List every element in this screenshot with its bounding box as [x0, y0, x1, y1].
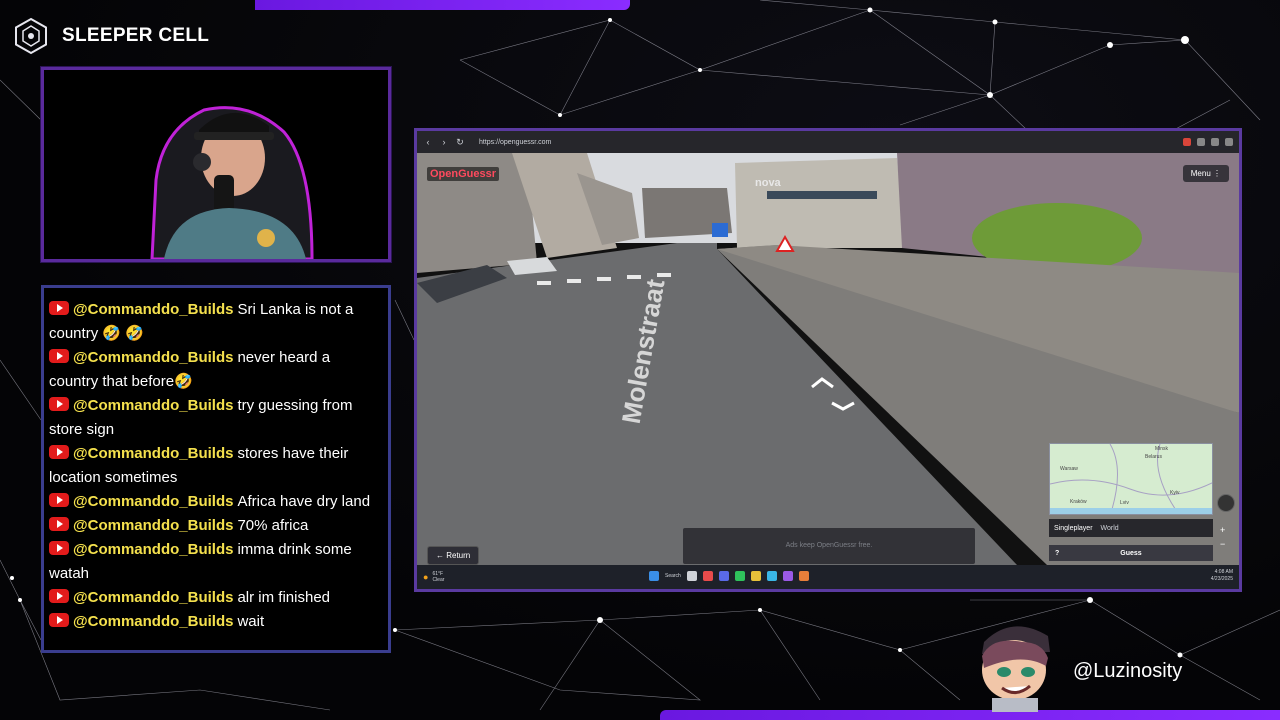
taskbar-apps: Search	[649, 571, 809, 581]
openguessr-logo[interactable]: OpenGuessr	[427, 167, 500, 181]
map-label: Minsk	[1155, 446, 1169, 452]
chat-username: @Commanddo_Builds	[73, 445, 234, 462]
brand-name: SLEEPER CELL	[62, 25, 210, 46]
mode-label: Singleplayer	[1054, 524, 1093, 532]
zoom-controls: + −	[1220, 523, 1225, 551]
zoom-in-button[interactable]: +	[1220, 523, 1225, 537]
streamer-webcam	[44, 70, 388, 259]
chat-username: @Commanddo_Builds	[73, 349, 234, 366]
start-icon[interactable]	[649, 571, 659, 581]
youtube-icon	[49, 349, 69, 363]
map-label: Lviv	[1120, 500, 1129, 506]
webcam-frame	[41, 67, 391, 262]
youtube-icon	[49, 397, 69, 411]
chat-message: @Commanddo_Builds Sri Lanka is not a coun…	[49, 298, 380, 346]
youtube-icon	[49, 301, 69, 315]
world-label[interactable]: World	[1101, 525, 1119, 532]
chat-message: @Commanddo_Builds Africa have dry land	[49, 490, 380, 514]
compass-icon[interactable]	[1217, 494, 1235, 512]
youtube-icon	[49, 517, 69, 531]
chat-message: @Commanddo_Builds try guessing from store…	[49, 394, 380, 442]
streamer-handle: @Luzinosity	[1073, 660, 1183, 682]
hexagon-eye-icon	[15, 17, 47, 55]
app-icon[interactable]	[702, 571, 713, 581]
forward-button[interactable]: ›	[439, 137, 449, 147]
system-tray: 4:08 AM 4/23/2025	[1211, 569, 1233, 583]
weather-widget[interactable]: 61°F Clear	[432, 571, 444, 583]
brand: SLEEPER CELL	[12, 16, 209, 56]
guess-label: Guess	[1120, 549, 1142, 557]
clock-time: 4:08 AM	[1214, 569, 1233, 575]
clock[interactable]: 4:08 AM 4/23/2025	[1211, 569, 1233, 583]
chat-message: @Commanddo_Builds stores have their locat…	[49, 442, 380, 490]
map-label: Warsaw	[1060, 466, 1078, 472]
chat-username: @Commanddo_Builds	[73, 517, 234, 534]
map-label: Kyiv	[1170, 490, 1180, 496]
zoom-out-button[interactable]: −	[1220, 537, 1225, 551]
chat-message: @Commanddo_Builds 70% africa	[49, 514, 380, 538]
chat-panel: @Commanddo_Builds Sri Lanka is not a coun…	[41, 285, 391, 653]
map-label: Kraków	[1070, 499, 1087, 505]
ads-banner: Ads keep OpenGuessr free.	[683, 528, 975, 564]
windows-taskbar: ● 61°F Clear Search 4:08 AM 4/23/2025	[417, 565, 1239, 589]
app-icon[interactable]	[686, 571, 697, 581]
streamer-avatar	[982, 626, 1050, 712]
app-icon[interactable]	[718, 571, 729, 581]
back-button[interactable]: ‹	[423, 137, 433, 147]
chat-username: @Commanddo_Builds	[73, 493, 234, 510]
chat-message: @Commanddo_Builds wait	[49, 610, 380, 634]
svg-text:nova: nova	[755, 177, 782, 189]
chat-username: @Commanddo_Builds	[73, 301, 234, 318]
chat-text: wait	[237, 613, 265, 630]
chat-text: alr im finished	[237, 589, 331, 606]
youtube-icon	[49, 541, 69, 555]
menu-button[interactable]: Menu ⋮	[1182, 165, 1229, 182]
help-icon[interactable]: ?	[1055, 550, 1085, 557]
app-icon[interactable]	[798, 571, 809, 581]
app-icon[interactable]	[734, 571, 745, 581]
youtube-icon	[49, 493, 69, 507]
extension-icon[interactable]	[1197, 138, 1205, 146]
extension-icon[interactable]	[1225, 138, 1233, 146]
guess-button[interactable]: ? Guess	[1049, 545, 1213, 561]
reload-button[interactable]: ↻	[455, 137, 465, 147]
youtube-icon	[49, 589, 69, 603]
chat-username: @Commanddo_Builds	[73, 589, 234, 606]
address-bar[interactable]: https://openguessr.com	[479, 139, 551, 146]
chat-username: @Commanddo_Builds	[73, 397, 234, 414]
chat-username: @Commanddo_Builds	[73, 613, 234, 630]
map-label: Belarus	[1145, 454, 1162, 460]
return-button[interactable]: ← Return	[427, 546, 480, 565]
app-icon[interactable]	[766, 571, 777, 581]
chat-username: @Commanddo_Builds	[73, 541, 234, 558]
extension-icon[interactable]	[1183, 138, 1191, 146]
chat-message: @Commanddo_Builds never heard a country t…	[49, 346, 380, 394]
app-icon[interactable]	[782, 571, 793, 581]
chat-text: 70% africa	[237, 517, 309, 534]
extension-icon[interactable]	[1211, 138, 1219, 146]
clock-date: 4/23/2025	[1210, 576, 1233, 582]
weather-icon: ●	[423, 572, 429, 582]
game-capture: ‹ › ↻ https://openguessr.com Molenstraat…	[414, 128, 1242, 592]
youtube-icon	[49, 445, 69, 459]
street-view[interactable]: Molenstraat nova OpenGuessr Menu ⋮ ← Ret…	[417, 153, 1239, 565]
mode-bar: Singleplayer World	[1049, 519, 1213, 537]
weather-desc: Clear	[432, 577, 445, 583]
stream-overlay: SLEEPER CELL @Commanddo_Builds Sri Lanka …	[0, 0, 1280, 720]
browser-toolbar: ‹ › ↻ https://openguessr.com	[417, 131, 1239, 153]
youtube-icon	[49, 613, 69, 627]
chat-message: @Commanddo_Builds alr im finished	[49, 586, 380, 610]
app-icon[interactable]	[750, 571, 761, 581]
taskbar-search[interactable]: Search	[665, 573, 681, 579]
chat-message: @Commanddo_Builds imma drink some watah	[49, 538, 380, 586]
guess-minimap[interactable]: Belarus Warsaw Kraków Kyiv Lviv Minsk	[1049, 443, 1213, 515]
top-accent-bar	[255, 0, 630, 10]
chat-text: Africa have dry land	[237, 493, 371, 510]
